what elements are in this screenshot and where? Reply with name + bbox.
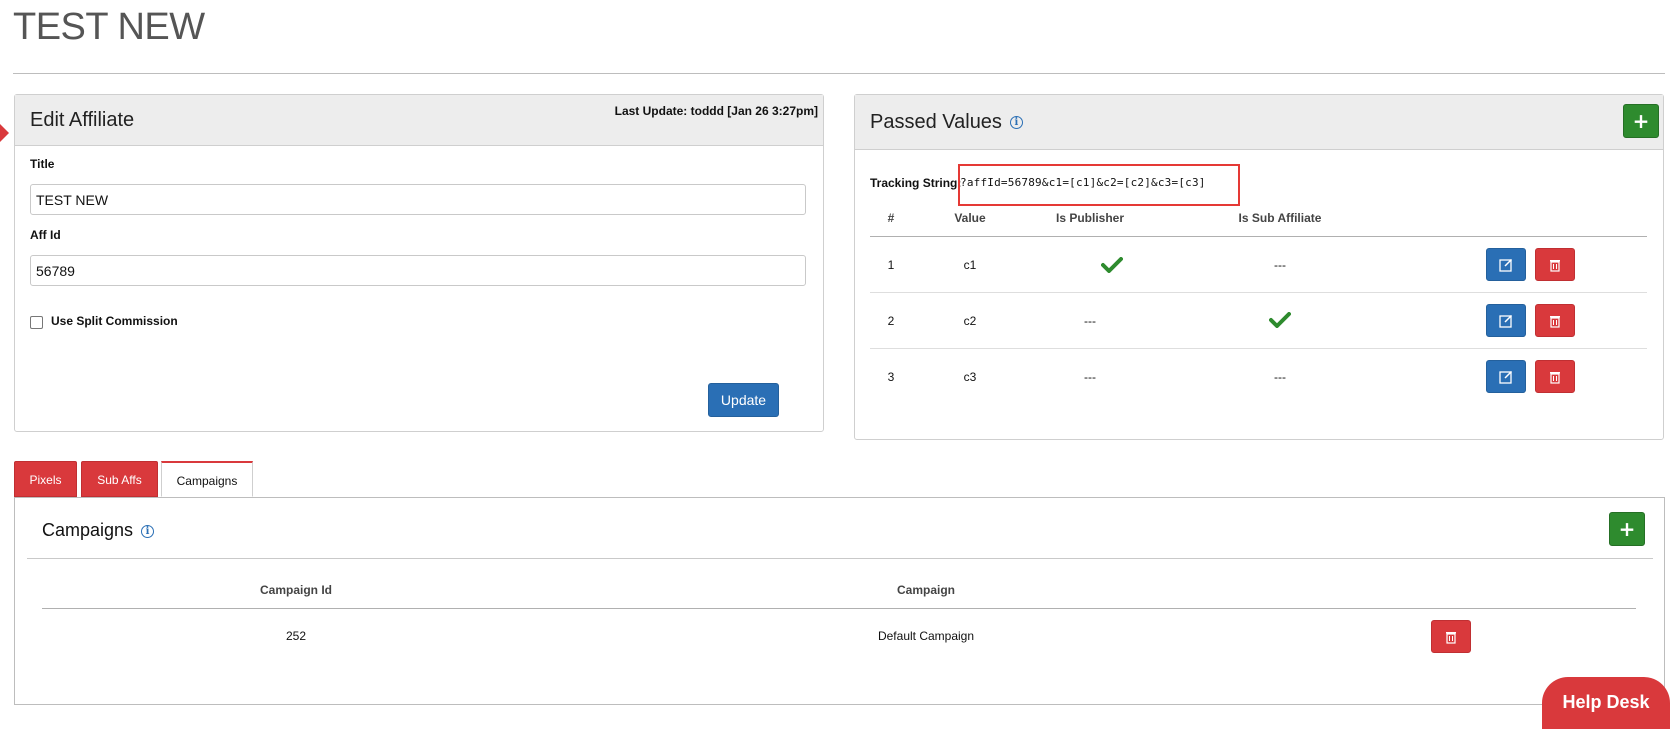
trash-icon	[1550, 260, 1560, 272]
campaigns-heading: Campaigns	[42, 520, 134, 540]
row-divider	[870, 348, 1647, 349]
info-icon[interactable]: i	[141, 524, 155, 538]
last-update-text: Last Update: toddd [Jan 26 3:27pm]	[614, 104, 818, 118]
page-title: TEST NEW	[13, 6, 205, 48]
column-header-value: Value	[954, 211, 986, 225]
side-marker	[0, 124, 9, 142]
plus-icon: +	[1618, 517, 1636, 541]
edit-icon	[1499, 370, 1513, 384]
affid-input[interactable]	[30, 255, 806, 286]
row-num: 2	[887, 314, 895, 328]
edit-affiliate-header: Edit Affiliate Last Update: toddd [Jan 2…	[15, 95, 823, 146]
passed-values-heading-wrap: Passed Values i	[870, 111, 1023, 134]
row-value: c3	[963, 370, 977, 384]
tracking-string-highlight	[958, 164, 1240, 206]
row-is-publisher: ---	[1084, 314, 1096, 328]
campaigns-tab-panel: Campaigns i + Campaign Id Campaign 252 De…	[14, 497, 1665, 705]
column-header-is-sub-affiliate: Is Sub Affiliate	[1238, 211, 1322, 225]
campaign-name-cell: Default Campaign	[877, 629, 975, 643]
delete-row-button[interactable]	[1535, 248, 1575, 281]
passed-values-heading: Passed Values	[870, 111, 1002, 133]
add-campaign-button[interactable]: +	[1609, 512, 1645, 546]
title-input[interactable]	[30, 184, 806, 215]
row-num: 1	[887, 258, 895, 272]
row-is-publisher: ---	[1084, 370, 1096, 384]
title-divider	[13, 73, 1665, 74]
edit-icon	[1499, 314, 1513, 328]
delete-row-button[interactable]	[1535, 360, 1575, 393]
split-commission-label: Use Split Commission	[51, 314, 178, 328]
column-header-num: #	[887, 211, 895, 225]
edit-row-button[interactable]	[1486, 304, 1526, 337]
row-value: c1	[963, 258, 977, 272]
row-num: 3	[887, 370, 895, 384]
title-label: Title	[30, 157, 55, 171]
campaigns-table-header-divider	[42, 608, 1636, 609]
trash-icon	[1446, 632, 1456, 644]
delete-row-button[interactable]	[1535, 304, 1575, 337]
column-header-campaign-id: Campaign Id	[259, 583, 332, 597]
passed-values-panel: Passed Values i + Tracking String: ?affId…	[854, 94, 1664, 440]
check-icon	[1101, 257, 1123, 273]
row-is-sub-affiliate: ---	[1274, 370, 1286, 384]
row-value: c2	[963, 314, 977, 328]
edit-affiliate-panel: Edit Affiliate Last Update: toddd [Jan 2…	[14, 94, 824, 432]
campaigns-heading-wrap: Campaigns i	[42, 520, 155, 541]
tab-pixels[interactable]: Pixels	[14, 461, 77, 497]
edit-row-button[interactable]	[1486, 360, 1526, 393]
plus-icon: +	[1632, 109, 1650, 133]
tab-sub-affs[interactable]: Sub Affs	[81, 461, 158, 497]
check-icon	[1269, 312, 1291, 328]
row-is-sub-affiliate: ---	[1274, 258, 1286, 272]
column-header-is-publisher: Is Publisher	[1055, 211, 1125, 225]
campaign-id-cell: 252	[285, 629, 307, 643]
tab-campaigns[interactable]: Campaigns	[161, 461, 253, 497]
split-commission-checkbox[interactable]	[30, 316, 43, 329]
add-passed-value-button[interactable]: +	[1623, 104, 1659, 138]
trash-icon	[1550, 372, 1560, 384]
affid-label: Aff Id	[30, 228, 61, 242]
row-divider	[870, 292, 1647, 293]
edit-affiliate-heading: Edit Affiliate	[30, 109, 135, 131]
edit-row-button[interactable]	[1486, 248, 1526, 281]
update-button[interactable]: Update	[708, 383, 779, 417]
tracking-string-label: Tracking String:	[870, 176, 962, 190]
campaigns-heading-divider	[27, 558, 1653, 559]
help-desk-button[interactable]: Help Desk	[1542, 677, 1670, 729]
trash-icon	[1550, 316, 1560, 328]
passed-values-header: Passed Values i +	[855, 95, 1663, 150]
column-header-campaign: Campaign	[896, 583, 955, 597]
info-icon[interactable]: i	[1009, 116, 1023, 130]
delete-campaign-button[interactable]	[1431, 620, 1471, 653]
table-header-divider	[870, 236, 1647, 237]
edit-icon	[1499, 258, 1513, 272]
